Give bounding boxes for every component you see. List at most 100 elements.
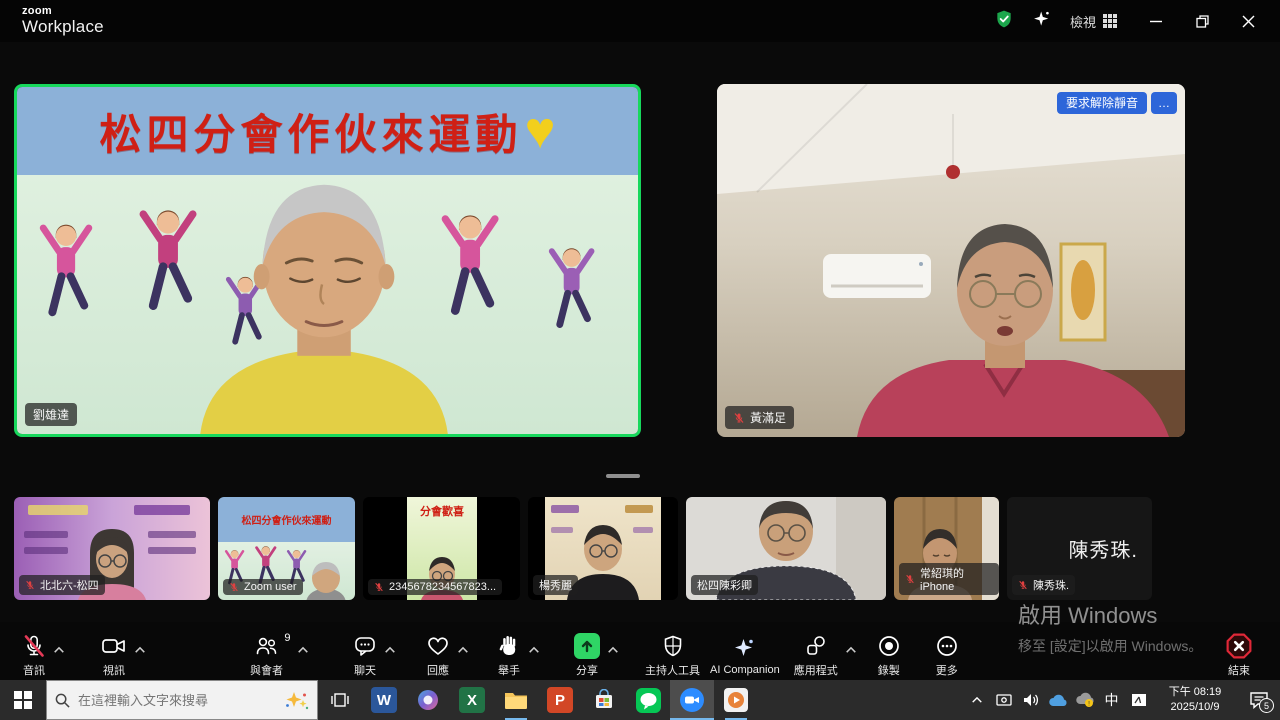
ai-companion-button[interactable]: AI Companion bbox=[710, 627, 780, 676]
air-conditioner bbox=[823, 254, 931, 298]
action-center-button[interactable]: 5 bbox=[1238, 680, 1280, 720]
more-button[interactable]: 更多 bbox=[935, 625, 959, 678]
poster-text: 松四分會作伙來運動 bbox=[242, 512, 332, 527]
record-label: 錄製 bbox=[878, 662, 900, 678]
view-button[interactable]: 檢視 bbox=[1070, 12, 1118, 31]
volume-icon[interactable] bbox=[1017, 680, 1044, 720]
taskbar-clock[interactable]: 下午 08:19 2025/10/9 bbox=[1152, 685, 1238, 715]
filmstrip: 北北六-松四 松四分會作伙來運動 bbox=[14, 497, 1152, 600]
filmstrip-tile[interactable]: 分會歡喜 2345678234567823... bbox=[363, 497, 520, 600]
filmstrip-tile[interactable]: 松四陳彩卿 bbox=[686, 497, 886, 600]
more-label: 更多 bbox=[936, 662, 958, 678]
participant-name-label: 常紹琪的iPhone bbox=[899, 563, 999, 595]
line-app-icon[interactable] bbox=[626, 680, 670, 720]
meeting-toolbar: 音訊 視訊 9 與會者 bbox=[0, 622, 1280, 680]
touch-keyboard-icon[interactable] bbox=[1125, 680, 1152, 720]
share-label: 分享 bbox=[576, 662, 598, 678]
start-button[interactable] bbox=[0, 680, 46, 720]
record-button[interactable]: 錄製 bbox=[877, 625, 901, 678]
audio-button[interactable]: 音訊 bbox=[22, 625, 46, 678]
taskbar-search[interactable] bbox=[46, 680, 318, 720]
participants-count: 9 bbox=[284, 632, 290, 644]
apps-button[interactable]: 應用程式 bbox=[794, 625, 838, 678]
share-screen-button[interactable]: 分享 bbox=[574, 625, 600, 678]
ai-companion-label: AI Companion bbox=[710, 664, 780, 676]
filmstrip-tile[interactable]: 陳秀珠. 陳秀珠. bbox=[1007, 497, 1152, 600]
cast-screen-icon[interactable] bbox=[990, 680, 1017, 720]
participants-icon: 9 bbox=[254, 634, 280, 658]
video-button[interactable]: 視訊 bbox=[101, 625, 127, 678]
raised-hand-icon bbox=[497, 634, 521, 658]
participant-name-label: 松四陳彩卿 bbox=[691, 575, 758, 595]
participant-name: Zoom user bbox=[244, 581, 297, 593]
close-button[interactable] bbox=[1228, 6, 1268, 36]
view-label: 檢視 bbox=[1070, 12, 1096, 31]
video-options-caret[interactable] bbox=[134, 641, 146, 659]
participant-name: 楊秀麗 bbox=[539, 577, 572, 593]
participants-options-caret[interactable] bbox=[297, 641, 309, 659]
participant-name: 北北六-松四 bbox=[40, 577, 99, 593]
raise-hand-options-caret[interactable] bbox=[528, 641, 540, 659]
share-options-caret[interactable] bbox=[607, 641, 619, 659]
ime-indicator[interactable]: 中 bbox=[1098, 680, 1125, 720]
apps-options-caret[interactable] bbox=[845, 641, 857, 659]
muted-mic-icon bbox=[25, 579, 35, 591]
end-meeting-icon bbox=[1226, 634, 1252, 658]
participant-name-label: 陳秀珠. bbox=[1012, 575, 1075, 595]
filmstrip-tile[interactable]: 常紹琪的iPhone bbox=[894, 497, 999, 600]
reactions-button[interactable]: 回應 bbox=[426, 625, 450, 678]
zoom-app-icon[interactable] bbox=[670, 680, 714, 720]
tray-chevron-icon[interactable] bbox=[963, 680, 990, 720]
ai-companion-sparkle-icon[interactable] bbox=[1032, 9, 1052, 34]
video-label: 視訊 bbox=[103, 662, 125, 678]
reactions-options-caret[interactable] bbox=[457, 641, 469, 659]
search-input[interactable] bbox=[78, 693, 275, 708]
heart-icon bbox=[426, 634, 450, 658]
excel-app-icon[interactable]: X bbox=[450, 680, 494, 720]
minimize-button[interactable] bbox=[1136, 6, 1176, 36]
video-camera-icon bbox=[101, 634, 127, 658]
apps-label: 應用程式 bbox=[794, 662, 838, 678]
participants-button[interactable]: 9 與會者 bbox=[250, 625, 283, 678]
media-player-app-icon[interactable] bbox=[714, 680, 758, 720]
filmstrip-tile[interactable]: 北北六-松四 bbox=[14, 497, 210, 600]
word-app-icon[interactable]: W bbox=[362, 680, 406, 720]
muted-mic-icon bbox=[22, 634, 46, 658]
chat-bubble-icon bbox=[353, 634, 377, 658]
logo-workplace-text: Workplace bbox=[22, 18, 104, 36]
filmstrip-tile[interactable]: 松四分會作伙來運動 Z bbox=[218, 497, 355, 600]
end-meeting-button[interactable]: 結束 bbox=[1226, 625, 1252, 678]
file-explorer-icon[interactable] bbox=[494, 680, 538, 720]
participant-name-label: 北北六-松四 bbox=[19, 575, 105, 595]
filmstrip-tile[interactable]: 楊秀麗 bbox=[528, 497, 678, 600]
audio-options-caret[interactable] bbox=[53, 641, 65, 659]
participant-name-label: 2345678234567823... bbox=[368, 579, 502, 595]
ai-companion-sparkle-icon bbox=[733, 636, 757, 660]
banner-text: 松四分會作伙來運動 bbox=[100, 101, 523, 162]
notification-count-badge: 5 bbox=[1259, 698, 1274, 713]
security-shield-icon[interactable] bbox=[994, 9, 1014, 34]
cloud-warning-icon[interactable]: ! bbox=[1071, 680, 1098, 720]
copilot-app-icon[interactable] bbox=[406, 680, 450, 720]
chat-button[interactable]: 聊天 bbox=[353, 625, 377, 678]
reactions-label: 回應 bbox=[427, 662, 449, 678]
restore-button[interactable] bbox=[1182, 6, 1222, 36]
chat-options-caret[interactable] bbox=[384, 641, 396, 659]
video-tile-active-speaker[interactable]: 松四分會作伙來運動 ♥ bbox=[14, 84, 641, 437]
video-tile-speaker-2[interactable]: 要求解除靜音 … 黃滿足 bbox=[717, 84, 1185, 437]
filmstrip-resize-handle[interactable] bbox=[606, 474, 640, 478]
tile-more-options-button[interactable]: … bbox=[1151, 92, 1177, 114]
bing-sparkle-icon bbox=[283, 690, 309, 710]
task-view-button[interactable] bbox=[318, 680, 362, 720]
ask-to-unmute-button[interactable]: 要求解除靜音 bbox=[1057, 92, 1147, 114]
more-ellipsis-icon bbox=[935, 634, 959, 658]
audio-label: 音訊 bbox=[23, 662, 45, 678]
onedrive-icon[interactable] bbox=[1044, 680, 1071, 720]
titlebar: zoom Workplace 檢視 bbox=[0, 0, 1280, 42]
video-thumbnail bbox=[17, 175, 638, 434]
powerpoint-app-icon[interactable]: P bbox=[538, 680, 582, 720]
microsoft-store-icon[interactable] bbox=[582, 680, 626, 720]
raise-hand-button[interactable]: 舉手 bbox=[497, 625, 521, 678]
host-tools-button[interactable]: 主持人工具 bbox=[645, 625, 700, 678]
participants-label: 與會者 bbox=[250, 662, 283, 678]
